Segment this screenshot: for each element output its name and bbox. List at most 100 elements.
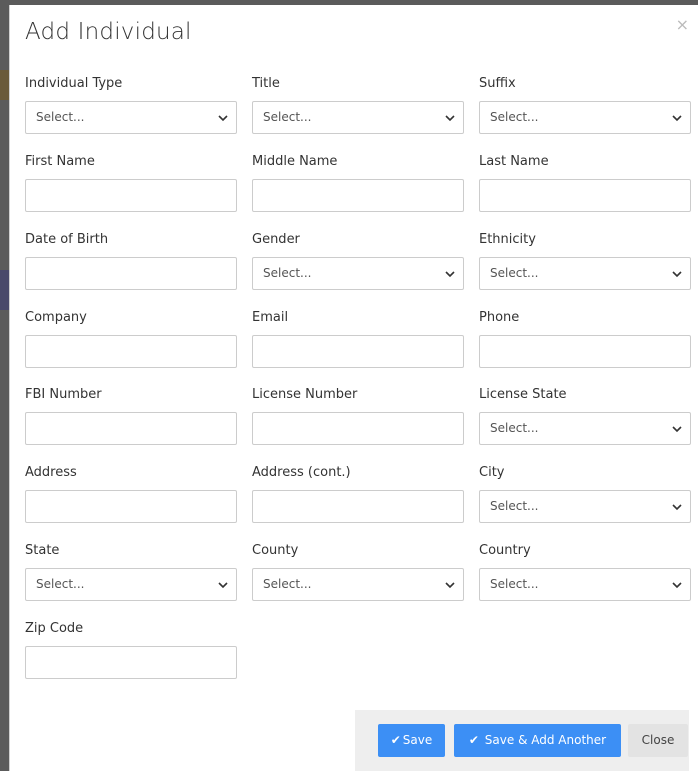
modal-title: Add Individual [25, 19, 192, 45]
state-value: Select... [36, 577, 85, 591]
zip-code-field: Zip Code [25, 621, 237, 679]
backdrop-accent [0, 270, 9, 310]
middle-name-label: Middle Name [252, 154, 338, 169]
address-label: Address [25, 465, 77, 480]
fbi-number-input[interactable] [25, 412, 237, 445]
gender-field: Gender Select... [252, 232, 464, 290]
suffix-field: Suffix Select... [479, 76, 691, 134]
suffix-value: Select... [490, 110, 539, 124]
company-input[interactable] [25, 335, 237, 368]
chevron-down-icon [672, 582, 682, 589]
chevron-down-icon [672, 426, 682, 433]
country-field: Country Select... [479, 543, 691, 601]
ethnicity-label: Ethnicity [479, 232, 536, 247]
date-of-birth-label: Date of Birth [25, 232, 109, 247]
individual-type-value: Select... [36, 110, 85, 124]
ethnicity-select[interactable]: Select... [479, 257, 691, 290]
license-state-field: License State Select... [479, 387, 691, 445]
title-label: Title [252, 76, 280, 91]
chevron-down-icon [445, 582, 455, 589]
add-individual-modal: Add Individual × Individual Type Select.… [9, 5, 698, 771]
license-state-value: Select... [490, 421, 539, 435]
middle-name-input[interactable] [252, 179, 464, 212]
address-cont-field: Address (cont.) [252, 465, 464, 523]
address-input[interactable] [25, 490, 237, 523]
city-label: City [479, 465, 505, 480]
save-and-add-another-button[interactable]: ✔ Save & Add Another [454, 724, 621, 757]
company-label: Company [25, 310, 87, 325]
ethnicity-field: Ethnicity Select... [479, 232, 691, 290]
country-select[interactable]: Select... [479, 568, 691, 601]
chevron-down-icon [218, 115, 228, 122]
chevron-down-icon [672, 271, 682, 278]
zip-code-input[interactable] [25, 646, 237, 679]
fbi-number-label: FBI Number [25, 387, 102, 402]
address-field: Address [25, 465, 237, 523]
check-icon: ✔ [468, 733, 479, 747]
email-label: Email [252, 310, 289, 325]
last-name-input[interactable] [479, 179, 691, 212]
county-label: County [252, 543, 299, 558]
suffix-select[interactable]: Select... [479, 101, 691, 134]
close-button[interactable]: Close [628, 724, 688, 757]
last-name-label: Last Name [479, 154, 549, 169]
gender-select[interactable]: Select... [252, 257, 464, 290]
last-name-field: Last Name [479, 154, 691, 212]
save-button-label: Save [402, 733, 433, 747]
state-select[interactable]: Select... [25, 568, 237, 601]
city-value: Select... [490, 499, 539, 513]
first-name-label: First Name [25, 154, 95, 169]
save-and-add-another-label: Save & Add Another [484, 733, 607, 747]
phone-input[interactable] [479, 335, 691, 368]
close-icon[interactable]: × [676, 17, 689, 33]
check-icon: ✔ [390, 733, 401, 747]
license-state-select[interactable]: Select... [479, 412, 691, 445]
individual-type-field: Individual Type Select... [25, 76, 237, 134]
chevron-down-icon [445, 271, 455, 278]
state-field: State Select... [25, 543, 237, 601]
company-field: Company [25, 310, 237, 368]
license-number-field: License Number [252, 387, 464, 445]
chevron-down-icon [445, 115, 455, 122]
license-state-label: License State [479, 387, 567, 402]
county-field: County Select... [252, 543, 464, 601]
county-select[interactable]: Select... [252, 568, 464, 601]
title-field: Title Select... [252, 76, 464, 134]
ethnicity-value: Select... [490, 266, 539, 280]
first-name-field: First Name [25, 154, 237, 212]
email-field: Email [252, 310, 464, 368]
middle-name-field: Middle Name [252, 154, 464, 212]
date-of-birth-field: Date of Birth [25, 232, 237, 290]
phone-label: Phone [479, 310, 520, 325]
chevron-down-icon [218, 582, 228, 589]
save-button[interactable]: ✔ Save [378, 724, 445, 757]
suffix-label: Suffix [479, 76, 516, 91]
fbi-number-field: FBI Number [25, 387, 237, 445]
address-cont-label: Address (cont.) [252, 465, 351, 480]
individual-type-label: Individual Type [25, 76, 123, 91]
title-value: Select... [263, 110, 312, 124]
phone-field: Phone [479, 310, 691, 368]
backdrop-edge [0, 0, 9, 771]
date-of-birth-input[interactable] [25, 257, 237, 290]
chevron-down-icon [672, 504, 682, 511]
address-cont-input[interactable] [252, 490, 464, 523]
city-field: City Select... [479, 465, 691, 523]
state-label: State [25, 543, 60, 558]
title-select[interactable]: Select... [252, 101, 464, 134]
country-label: Country [479, 543, 531, 558]
county-value: Select... [263, 577, 312, 591]
individual-type-select[interactable]: Select... [25, 101, 237, 134]
country-value: Select... [490, 577, 539, 591]
zip-code-label: Zip Code [25, 621, 84, 636]
email-input[interactable] [252, 335, 464, 368]
first-name-input[interactable] [25, 179, 237, 212]
gender-label: Gender [252, 232, 300, 247]
gender-value: Select... [263, 266, 312, 280]
chevron-down-icon [672, 115, 682, 122]
backdrop-accent [0, 70, 9, 100]
modal-footer: ✔ Save ✔ Save & Add Another Close [355, 710, 689, 771]
city-select[interactable]: Select... [479, 490, 691, 523]
license-number-input[interactable] [252, 412, 464, 445]
license-number-label: License Number [252, 387, 358, 402]
